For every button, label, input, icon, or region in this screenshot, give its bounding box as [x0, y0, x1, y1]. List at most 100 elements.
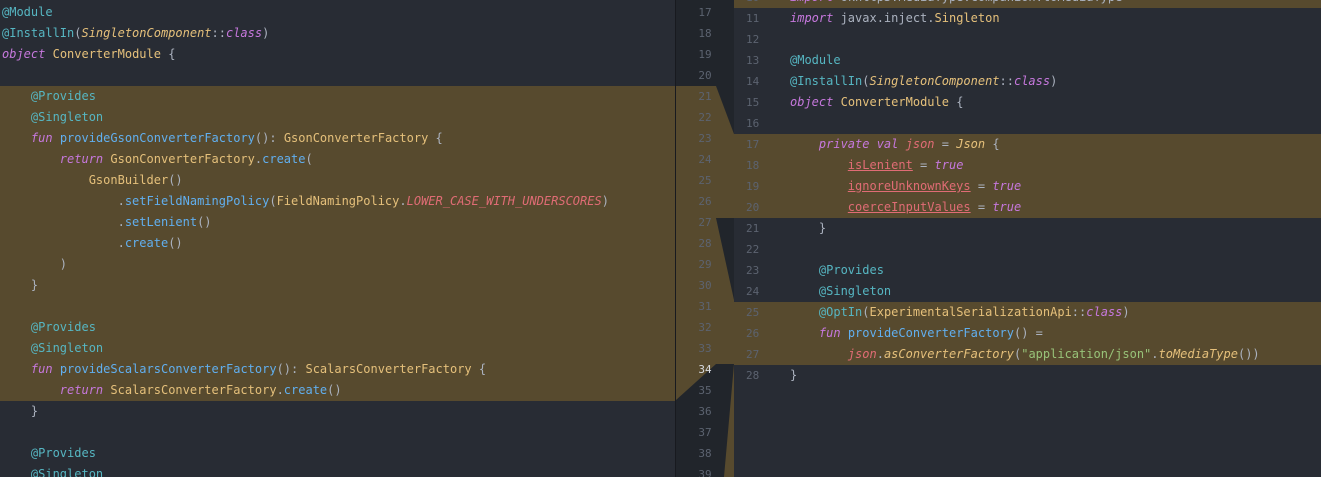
left-code-line[interactable]: @Module — [0, 2, 676, 23]
left-code-line[interactable]: } — [0, 275, 676, 296]
left-code-line[interactable]: return ScalarsConverterFactory.create() — [0, 380, 676, 401]
line-number: 21 — [746, 222, 760, 235]
code-token: Json — [956, 137, 986, 151]
code-token: ExperimentalSerializationApi — [869, 305, 1072, 319]
code-token: } — [2, 278, 39, 292]
right-code-line[interactable]: @OptIn(ExperimentalSerializationApi::cla… — [786, 302, 1321, 323]
right-code-line[interactable]: } — [786, 365, 1321, 386]
code-token: @Provides — [30, 320, 96, 334]
right-code-line[interactable]: coerceInputValues = true — [786, 197, 1321, 218]
right-code-line[interactable]: private val json = Json { — [786, 134, 1321, 155]
left-code-line[interactable]: .create() — [0, 233, 676, 254]
right-code-line[interactable]: @Module — [786, 50, 1321, 71]
line-number: 19 — [698, 48, 712, 61]
line-number: 25 — [734, 302, 786, 323]
left-code-line[interactable] — [0, 296, 676, 317]
code-token: ( — [862, 305, 870, 319]
code-token: @Singleton — [30, 467, 104, 477]
code-token: GsonConverterFactory — [110, 152, 255, 166]
line-number: 18 — [698, 27, 712, 40]
code-token: @OptIn — [818, 305, 863, 319]
left-code-line[interactable]: @Singleton — [0, 338, 676, 359]
code-token: () = — [1014, 326, 1043, 340]
code-token: @Singleton — [30, 110, 104, 124]
left-editor-pane[interactable]: @Module @InstallIn(SingletonComponent::cl… — [0, 0, 676, 477]
line-number: 31 — [698, 300, 712, 313]
right-code-line[interactable]: import okhttp3.MediaType.Companion.toMed… — [786, 0, 1321, 8]
line-number: 33 — [698, 342, 712, 355]
left-code-line[interactable]: .setLenient() — [0, 212, 676, 233]
code-token: "application/json" — [1021, 347, 1152, 361]
left-code-line[interactable]: GsonBuilder() — [0, 170, 676, 191]
left-code-line[interactable]: @Singleton — [0, 107, 676, 128]
right-code-line[interactable]: fun provideConverterFactory() = — [786, 323, 1321, 344]
code-token: { — [948, 95, 964, 109]
right-code-line[interactable]: json.asConverterFactory("application/jso… — [786, 344, 1321, 365]
code-token: :: — [1071, 305, 1087, 319]
code-token: return — [59, 383, 104, 397]
code-token: class — [225, 26, 263, 40]
line-number: 22 — [746, 243, 760, 256]
right-code-line[interactable]: ignoreUnknownKeys = true — [786, 176, 1321, 197]
code-token: SingletonComponent — [869, 74, 1000, 88]
right-editor-pane[interactable]: import okhttp3.MediaType.Companion.toMed… — [786, 0, 1321, 477]
right-code-line[interactable] — [786, 239, 1321, 260]
line-number: 11 — [746, 12, 760, 25]
code-token: object — [790, 95, 834, 109]
right-code-line[interactable]: object ConverterModule { — [786, 92, 1321, 113]
line-number: 13 — [746, 54, 760, 67]
diff-gutter: 17 18 19 20 21 22 23 24 25 26 27 28 29 30 31 32 33 34 35 36… — [676, 0, 734, 477]
line-number: 25 — [698, 174, 712, 187]
code-token: . — [1151, 347, 1159, 361]
code-token: ) — [1122, 305, 1130, 319]
code-token: provideScalarsConverterFactory — [59, 362, 277, 376]
code-token: ScalarsConverterFactory — [305, 362, 472, 376]
left-code-line[interactable] — [0, 65, 676, 86]
line-number: 17 — [734, 134, 786, 155]
right-code-line[interactable]: import javax.inject.Singleton — [786, 8, 1321, 29]
left-code-line[interactable]: fun provideGsonConverterFactory(): GsonC… — [0, 128, 676, 149]
code-token: ) — [1050, 74, 1058, 88]
code-token: { — [985, 137, 1000, 151]
left-code-line[interactable]: @Provides — [0, 317, 676, 338]
right-code-line[interactable]: @InstallIn(SingletonComponent::class) — [786, 71, 1321, 92]
line-number: 29 — [698, 258, 712, 271]
left-code-line[interactable]: @Provides — [0, 86, 676, 107]
left-code-line[interactable]: @Singleton — [0, 464, 676, 477]
code-token: class — [1013, 74, 1051, 88]
left-code-line[interactable]: .setFieldNamingPolicy(FieldNamingPolicy.… — [0, 191, 676, 212]
right-code-line[interactable]: isLenient = true — [786, 155, 1321, 176]
code-token: . — [399, 194, 407, 208]
right-code-line[interactable]: } — [786, 218, 1321, 239]
right-code-line[interactable]: @Singleton — [786, 281, 1321, 302]
left-code-line[interactable]: ) — [0, 254, 676, 275]
code-token: toMediaType — [1158, 347, 1238, 361]
code-token: Singleton — [934, 11, 1000, 25]
line-number: 26 — [734, 323, 786, 344]
left-code-line[interactable] — [0, 422, 676, 443]
line-number: 21 — [698, 90, 712, 103]
left-code-line[interactable]: object ConverterModule { — [0, 44, 676, 65]
line-number: 18 — [734, 155, 786, 176]
left-code-line[interactable]: fun provideScalarsConverterFactory(): Sc… — [0, 359, 676, 380]
left-code-line[interactable]: } — [0, 401, 676, 422]
code-token: ) — [262, 26, 270, 40]
pane-divider[interactable] — [675, 0, 676, 477]
right-code-line[interactable] — [786, 29, 1321, 50]
code-token: = — [934, 137, 957, 151]
left-code-line[interactable]: @InstallIn(SingletonComponent::class) — [0, 23, 676, 44]
code-token: } — [790, 368, 798, 382]
left-code-line[interactable]: @Provides — [0, 443, 676, 464]
code-token: } — [790, 221, 827, 235]
right-code-line[interactable]: @Provides — [786, 260, 1321, 281]
right-code-line[interactable] — [786, 113, 1321, 134]
left-code-line[interactable]: return GsonConverterFactory.create( — [0, 149, 676, 170]
